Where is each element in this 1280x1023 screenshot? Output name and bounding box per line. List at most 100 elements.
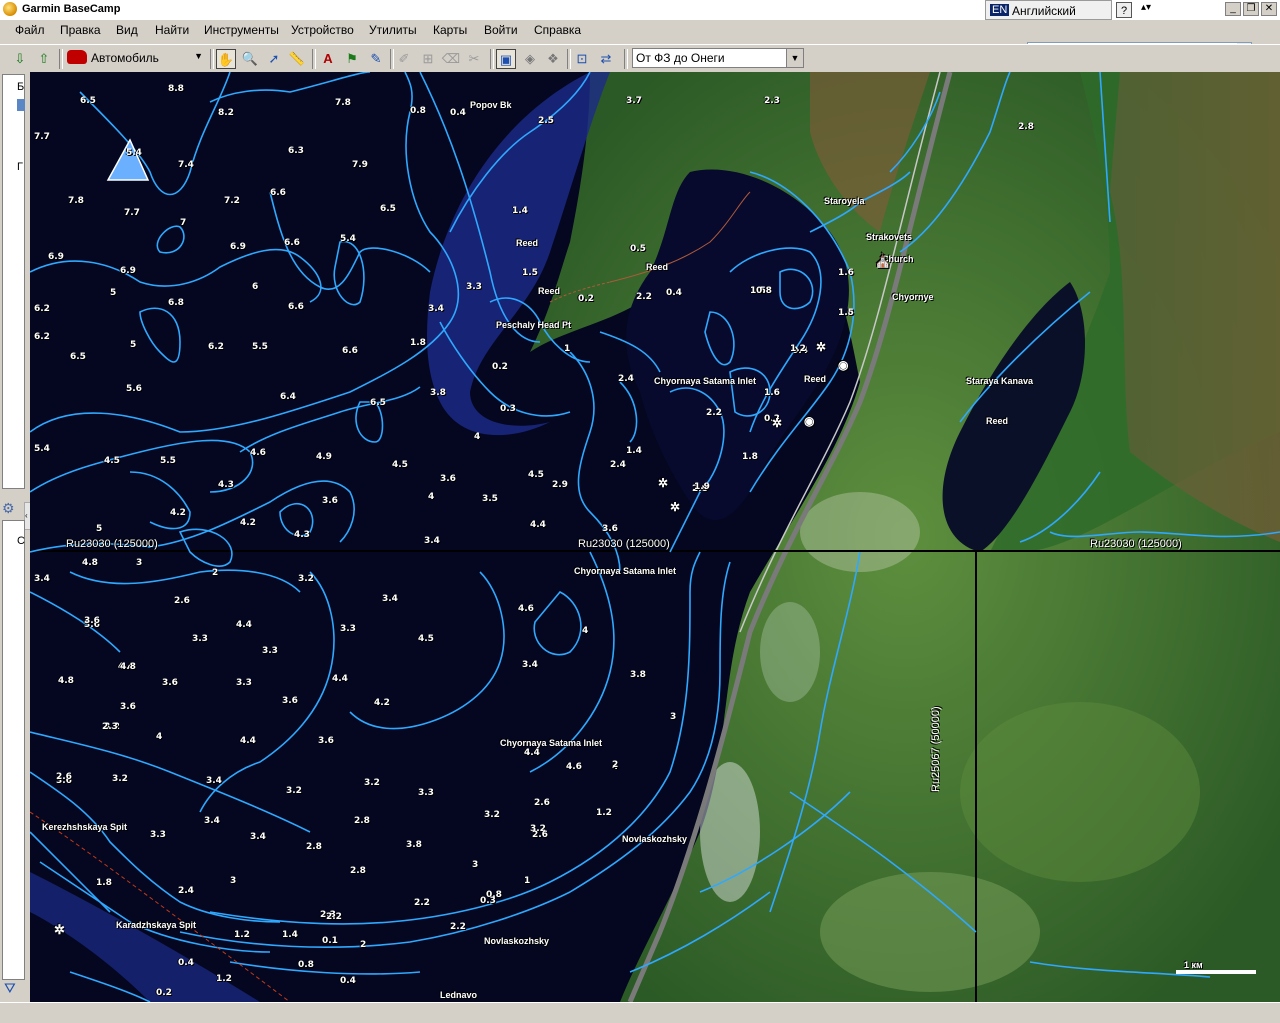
select-tool-icon[interactable]: ➚ bbox=[264, 49, 284, 69]
new-route-icon[interactable]: A bbox=[318, 49, 338, 69]
depth-sounding: 6.5 bbox=[370, 398, 386, 408]
route-select[interactable]: От ФЗ до Онеги ▼ bbox=[632, 48, 804, 68]
depth-sounding: 1.8 bbox=[96, 878, 112, 888]
library-tree[interactable]: Б Г bbox=[2, 74, 25, 489]
depth-sounding: 6.2 bbox=[34, 304, 50, 314]
depth-sounding: 5.4 bbox=[34, 444, 50, 454]
depth-sounding: 1.2 bbox=[216, 974, 232, 984]
depth-sounding: 6.5 bbox=[80, 96, 96, 106]
send-to-device-icon[interactable]: ⇧ bbox=[34, 49, 54, 69]
depth-sounding: 3.6 bbox=[120, 702, 136, 712]
depth-sounding: 1.4 bbox=[282, 930, 298, 940]
depth-sounding: 2.6 bbox=[56, 772, 72, 782]
menu-signin[interactable]: Войти bbox=[484, 23, 518, 37]
place-name: Novlaskozhsky bbox=[622, 834, 688, 844]
language-indicator[interactable]: EN Английский (США) bbox=[985, 0, 1112, 32]
depth-sounding: 1 bbox=[564, 344, 571, 354]
depth-sounding: 0.2 bbox=[578, 294, 594, 304]
depth-sounding: 2 bbox=[212, 568, 219, 578]
title-bar: Garmin BaseCamp EN Английский (США) ? ▴▾… bbox=[0, 0, 1280, 32]
measure-tool-icon[interactable]: 📏 bbox=[287, 49, 307, 69]
depth-sounding: 5 bbox=[96, 524, 103, 534]
filter-icon[interactable]: ⛛ bbox=[4, 980, 16, 997]
status-bar bbox=[0, 1002, 1280, 1023]
route-select-label: От ФЗ до Онеги bbox=[636, 51, 725, 65]
new-track-icon[interactable]: ✎ bbox=[366, 49, 386, 69]
depth-sounding: 3.6 bbox=[282, 696, 298, 706]
depth-sounding: 4.6 bbox=[518, 604, 534, 614]
recalculate-route-icon[interactable]: ⇄ bbox=[596, 49, 616, 69]
menu-help[interactable]: Справка bbox=[534, 23, 581, 37]
window-title: Garmin BaseCamp bbox=[22, 3, 121, 15]
place-name: Reed bbox=[646, 262, 669, 272]
close-button[interactable]: ✕ bbox=[1261, 2, 1277, 16]
2d-view-icon[interactable]: ▣ bbox=[496, 49, 516, 69]
divide-tool-icon[interactable]: ⊞ bbox=[418, 49, 438, 69]
depth-sounding: 3.2 bbox=[364, 778, 380, 788]
depth-sounding: 7.7 bbox=[34, 132, 50, 142]
3d-view-icon[interactable]: ◈ bbox=[520, 49, 540, 69]
depth-sounding: 3 bbox=[670, 712, 677, 722]
depth-sounding: 2 bbox=[360, 940, 367, 950]
activity-profile-select[interactable]: Автомобиль ▼ bbox=[64, 48, 206, 68]
depth-sounding: 2.4 bbox=[610, 460, 626, 470]
map-view[interactable]: Ru23030 (125000) Ru23030 (125000) Ru2303… bbox=[30, 72, 1280, 1002]
minimize-button[interactable]: _ bbox=[1225, 2, 1241, 16]
maximize-button[interactable]: ❐ bbox=[1243, 2, 1259, 16]
shipwreck-icon: ✲ bbox=[54, 922, 65, 937]
menu-maps[interactable]: Карты bbox=[433, 23, 467, 37]
depth-sounding: 3.8 bbox=[430, 388, 446, 398]
depth-sounding: 2.2 bbox=[636, 292, 652, 302]
tile-label: Ru23030 (125000) bbox=[578, 538, 670, 550]
depth-sounding: 6.2 bbox=[34, 332, 50, 342]
toolbar-separator bbox=[59, 49, 63, 69]
depth-sounding: 0.3 bbox=[480, 896, 496, 906]
tile-label: Ru23030 (125000) bbox=[1090, 538, 1182, 550]
language-help-button[interactable]: ? bbox=[1116, 2, 1132, 18]
depth-sounding: 6.6 bbox=[342, 346, 358, 356]
scissors-tool-icon[interactable]: ✂ bbox=[464, 49, 484, 69]
depth-sounding: 2.8 bbox=[1018, 122, 1034, 132]
insert-tool-icon[interactable]: ✐ bbox=[394, 49, 414, 69]
depth-sounding: 0.8 bbox=[756, 286, 772, 296]
depth-sounding: 3.5 bbox=[482, 494, 498, 504]
place-name: Reed bbox=[516, 238, 539, 248]
menu-edit[interactable]: Правка bbox=[60, 23, 101, 37]
receive-from-device-icon[interactable]: ⇩ bbox=[10, 49, 30, 69]
depth-sounding: 4.2 bbox=[170, 508, 186, 518]
depth-sounding: 3.8 bbox=[630, 670, 646, 680]
depth-sounding: 3.6 bbox=[322, 496, 338, 506]
menu-device[interactable]: Устройство bbox=[291, 23, 354, 37]
menu-file[interactable]: Файл bbox=[15, 23, 45, 37]
depth-sounding: 5 bbox=[110, 288, 117, 298]
menu-utilities[interactable]: Утилиты bbox=[369, 23, 417, 37]
depth-sounding: 0.2 bbox=[492, 362, 508, 372]
depth-sounding: 3.8 bbox=[406, 840, 422, 850]
place-name: Kerezhshskaya Spit bbox=[42, 822, 128, 832]
depth-sounding: 3.2 bbox=[484, 810, 500, 820]
details-pane[interactable]: С bbox=[2, 520, 25, 980]
depth-sounding: 6.6 bbox=[284, 238, 300, 248]
menu-tools[interactable]: Инструменты bbox=[204, 23, 279, 37]
fit-to-window-icon[interactable]: ⊡ bbox=[572, 49, 592, 69]
depth-sounding: 7 bbox=[180, 218, 187, 228]
depth-sounding: 1.6 bbox=[838, 268, 854, 278]
depth-sounding: 2.2 bbox=[706, 408, 722, 418]
hand-tool-icon[interactable]: ✋ bbox=[216, 49, 236, 69]
depth-sounding: 6.4 bbox=[280, 392, 296, 402]
new-waypoint-icon[interactable]: ⚑ bbox=[342, 49, 362, 69]
depth-sounding: 1.8 bbox=[410, 338, 426, 348]
eraser-tool-icon[interactable]: ⌫ bbox=[441, 49, 461, 69]
depth-sounding: 1.4 bbox=[512, 206, 528, 216]
gear-icon[interactable]: ⚙ bbox=[2, 500, 15, 517]
depth-sounding: 0.4 bbox=[178, 958, 194, 968]
details-label: С bbox=[17, 535, 25, 547]
depth-sounding: 4.5 bbox=[418, 634, 434, 644]
map-layers-icon[interactable]: ❖ bbox=[543, 49, 563, 69]
depth-sounding: 4.6 bbox=[566, 762, 582, 772]
menu-find[interactable]: Найти bbox=[155, 23, 189, 37]
language-options-icon[interactable]: ▴▾ bbox=[1140, 2, 1152, 18]
depth-sounding: 5 bbox=[130, 340, 137, 350]
zoom-tool-icon[interactable]: 🔍 bbox=[240, 49, 260, 69]
menu-view[interactable]: Вид bbox=[116, 23, 138, 37]
